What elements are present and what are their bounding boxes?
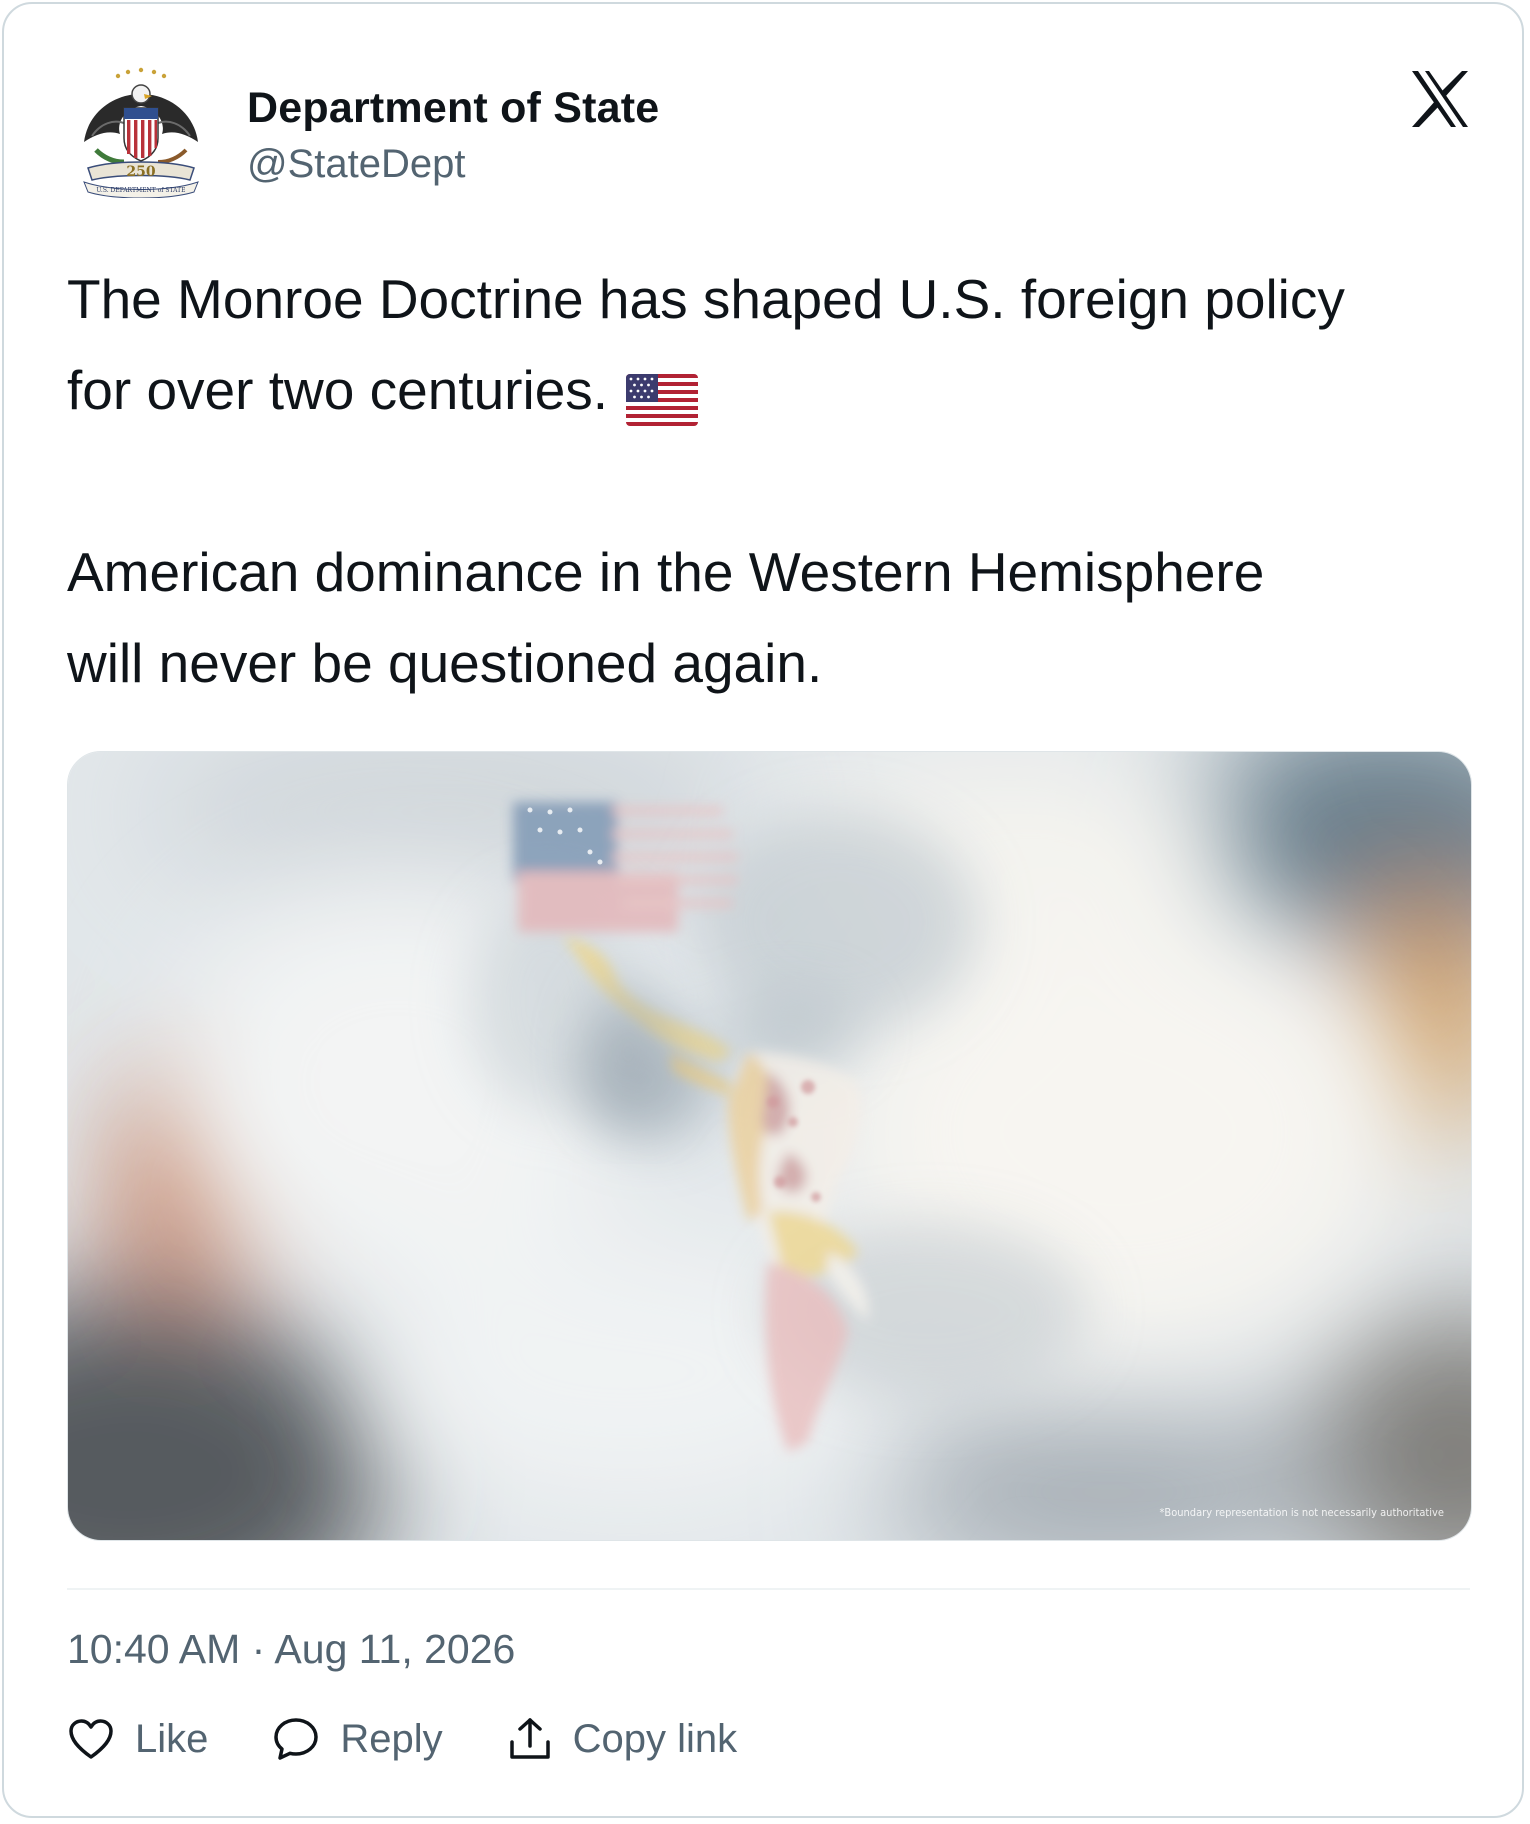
reply-button[interactable]: Reply [272,1716,443,1762]
tweet-line: American dominance in the Western Hemisp… [67,527,1487,618]
copy-link-button[interactable]: Copy link [507,1716,738,1762]
like-label: Like [135,1716,209,1761]
tweet-timestamp[interactable]: 10:40 AM · Aug 11, 2026 [67,1626,515,1673]
us-flag-emoji-icon [626,362,699,427]
author-avatar[interactable]: 250 U.S. DEPARTMENT of STATE [74,64,208,199]
svg-text:250: 250 [126,164,155,180]
author-handle[interactable]: @StateDept [247,142,466,187]
tweet-date: Aug 11, 2026 [274,1626,516,1672]
state-department-seal-icon: 250 U.S. DEPARTMENT of STATE [81,67,201,199]
tweet-card: 250 U.S. DEPARTMENT of STATE Department … [2,2,1524,1818]
tweet-actions: Like Reply Copy link [67,1709,737,1769]
like-button[interactable]: Like [67,1717,208,1762]
tweet-line-text: will never be questioned again. [67,632,823,694]
reply-bubble-icon [274,1718,319,1760]
timestamp-separator: · [240,1626,275,1672]
tweet-line: for over two centuries. [67,345,1487,436]
tweet-line-text: The Monroe Doctrine has shaped U.S. fore… [67,268,1345,330]
western-hemisphere-map-image: *Boundary representation is not necessar… [68,752,1471,1540]
tweet-line: will never be questioned again. [67,618,1487,709]
author-name[interactable]: Department of State [247,84,659,133]
divider [67,1588,1470,1590]
tweet-line-text: American dominance in the Western Hemisp… [67,541,1265,603]
tweet-line: The Monroe Doctrine has shaped U.S. fore… [67,254,1487,345]
media-caption: *Boundary representation is not necessar… [1159,1506,1444,1519]
tweet-time: 10:40 AM [67,1626,241,1672]
svg-text:U.S. DEPARTMENT of STATE: U.S. DEPARTMENT of STATE [96,187,185,194]
copy-link-label: Copy link [572,1716,738,1761]
reply-label: Reply [340,1716,443,1761]
heart-icon [69,1719,113,1759]
tweet-media-image[interactable]: *Boundary representation is not necessar… [67,751,1472,1541]
share-upload-icon [509,1718,550,1759]
tweet-text: The Monroe Doctrine has shaped U.S. fore… [67,254,1487,709]
tweet-line-text: for over two centuries. [67,359,609,421]
x-logo-icon[interactable] [1410,70,1470,128]
